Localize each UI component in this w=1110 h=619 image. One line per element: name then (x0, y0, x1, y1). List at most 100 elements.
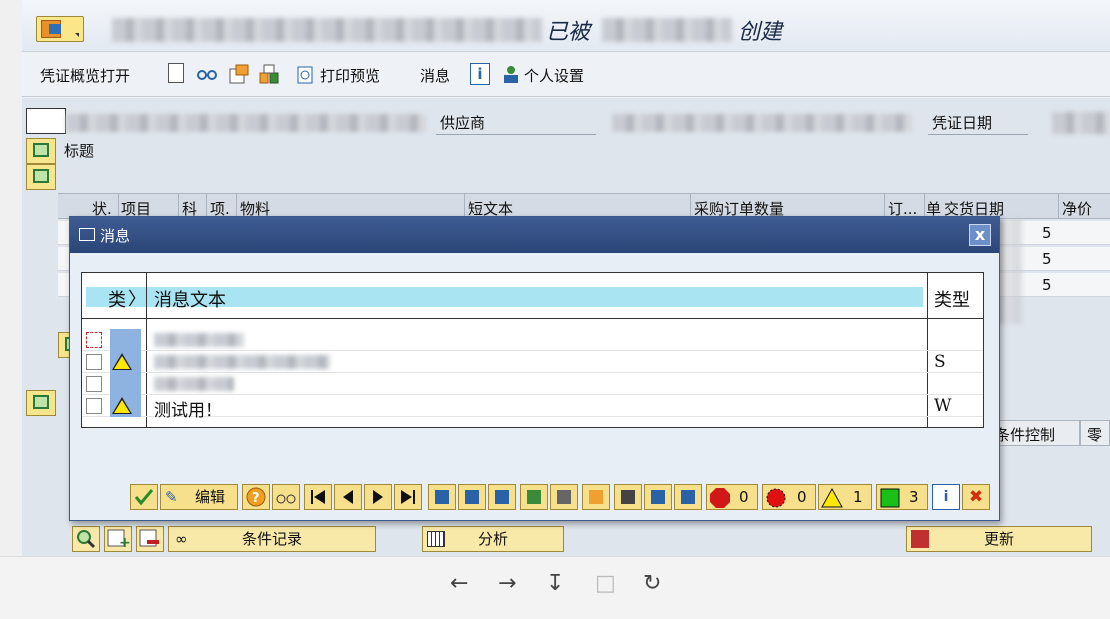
message-dialog: 消息 x 类 〉 消息文本 类型 S 测试用！ W ✎ 编辑 ? 0 0 1 3… (69, 216, 1000, 521)
tab-components[interactable]: 零 (1080, 420, 1110, 446)
error-count-button[interactable]: 0 (762, 484, 816, 510)
header-expand-button[interactable] (26, 138, 56, 164)
filter-icon[interactable] (428, 484, 456, 510)
bottom-button-bar: + ∞ 条件记录 分析 更新 (22, 526, 1110, 556)
vendor-field[interactable] (612, 114, 912, 132)
sort-ascending-icon[interactable] (458, 484, 486, 510)
download-icon[interactable]: ↧ (546, 571, 564, 596)
warning-count-button[interactable]: 1 (818, 484, 872, 510)
doc-overview-button[interactable]: 凭证概览打开 (40, 65, 130, 86)
delivery-date-cell: 5 (1042, 250, 1052, 268)
previous-page-icon[interactable] (334, 484, 362, 510)
find-next-icon[interactable] (674, 484, 702, 510)
change-icon[interactable] (228, 63, 249, 85)
warning-icon (112, 397, 132, 414)
dialog-window-icon (79, 228, 95, 241)
doc-date-underline (928, 134, 1028, 135)
condition-records-button[interactable]: ∞ 条件记录 (168, 526, 376, 552)
last-page-icon[interactable] (394, 484, 422, 510)
chevron-right-icon: 〉 (128, 289, 146, 310)
item-overview-button[interactable] (26, 164, 56, 190)
vendor-label: 供应商 (440, 114, 486, 132)
doc-date-field[interactable] (1052, 112, 1110, 134)
dialog-title-bar: 消息 x (70, 217, 999, 253)
row-select-checkbox[interactable] (86, 398, 102, 414)
analysis-icon (427, 531, 445, 547)
zoom-icon[interactable] (72, 526, 100, 552)
col-net-price[interactable]: 净价 (1062, 198, 1092, 219)
cancel-icon[interactable]: ✖ (962, 484, 990, 510)
update-button[interactable]: 更新 (906, 526, 1092, 552)
success-count: 3 (909, 488, 919, 506)
col-msg-text[interactable]: 消息文本 (154, 286, 226, 312)
info-icon[interactable]: i (470, 63, 490, 85)
dialog-title: 消息 (100, 227, 131, 245)
delete-condition-icon[interactable] (136, 526, 164, 552)
update-label: 更新 (983, 530, 1014, 548)
redacted-title (112, 18, 542, 42)
other-doc-icon[interactable] (258, 63, 279, 85)
stop-count-button[interactable]: 0 (706, 484, 758, 510)
next-page-icon[interactable] (364, 484, 392, 510)
delivery-date-cell: 5 (1042, 276, 1052, 294)
add-condition-icon[interactable]: + (104, 526, 132, 552)
confirm-icon[interactable] (130, 484, 158, 510)
update-icon (911, 530, 929, 548)
glasses-icon: ∞ (175, 530, 188, 548)
find-icon[interactable] (644, 484, 672, 510)
first-page-icon[interactable] (304, 484, 332, 510)
doc-type-select[interactable] (26, 108, 66, 134)
export-icon[interactable] (520, 484, 548, 510)
print-icon[interactable] (614, 484, 642, 510)
success-count-button[interactable]: 3 (876, 484, 928, 510)
message-row[interactable] (82, 373, 983, 395)
edit-button[interactable]: ✎ 编辑 (160, 484, 238, 510)
message-table: 类 〉 消息文本 类型 S 测试用！ W (81, 272, 984, 428)
message-text: 测试用！ (154, 401, 222, 421)
warning-count: 1 (853, 488, 863, 506)
analysis-label: 分析 (477, 530, 508, 548)
info-icon[interactable]: i (932, 484, 960, 510)
row-select-checkbox[interactable] (86, 376, 102, 392)
pencil-icon: ✎ (165, 488, 178, 506)
col-msg-type[interactable]: 类型 (934, 286, 970, 312)
row-select-checkbox[interactable] (86, 354, 102, 370)
glasses-icon[interactable] (196, 63, 218, 85)
copy-icon[interactable] (582, 484, 610, 510)
stop-icon (710, 488, 730, 508)
sort-descending-icon[interactable] (488, 484, 516, 510)
col-msg-category[interactable]: 类 (108, 286, 126, 312)
analysis-button[interactable]: 分析 (422, 526, 564, 552)
error-icon (766, 488, 786, 508)
layout-icon[interactable] (550, 484, 578, 510)
close-button[interactable]: x (969, 224, 991, 246)
system-menu-button[interactable] (36, 16, 84, 42)
row-select-checkbox[interactable] (86, 332, 102, 348)
refresh-icon[interactable]: ↻ (643, 571, 661, 596)
glasses-icon[interactable] (272, 484, 300, 510)
messages-button[interactable]: 消息 (420, 65, 450, 86)
print-preview-icon[interactable] (296, 63, 314, 85)
message-row[interactable]: 测试用！ W (82, 395, 983, 421)
fullscreen-icon[interactable]: □ (595, 571, 616, 596)
new-document-icon[interactable] (168, 63, 184, 83)
print-preview-button[interactable]: 打印预览 (320, 65, 380, 86)
forward-arrow-icon[interactable]: → (498, 571, 516, 596)
header-fields: 供应商 凭证日期 (22, 106, 1110, 136)
message-row[interactable] (82, 329, 983, 351)
edit-label: 编辑 (194, 488, 225, 506)
message-table-header: 类 〉 消息文本 类型 (82, 273, 983, 319)
application-toolbar: 凭证概览打开 打印预览 消息 i 个人设置 (22, 53, 1110, 97)
back-arrow-icon[interactable]: ← (450, 571, 468, 596)
personal-settings-button[interactable]: 个人设置 (524, 65, 584, 86)
title-text-1: 已被 (546, 20, 591, 45)
item-detail-button[interactable] (26, 390, 56, 416)
warning-icon (821, 487, 843, 508)
warning-icon (112, 353, 132, 370)
tab-condition-control[interactable]: 条件控制 (988, 420, 1080, 446)
help-icon[interactable]: ? (242, 484, 270, 510)
redacted-title-2 (602, 18, 732, 42)
message-row[interactable]: S (82, 351, 983, 373)
condition-records-label: 条件记录 (241, 530, 302, 548)
personal-settings-icon[interactable] (500, 63, 520, 85)
